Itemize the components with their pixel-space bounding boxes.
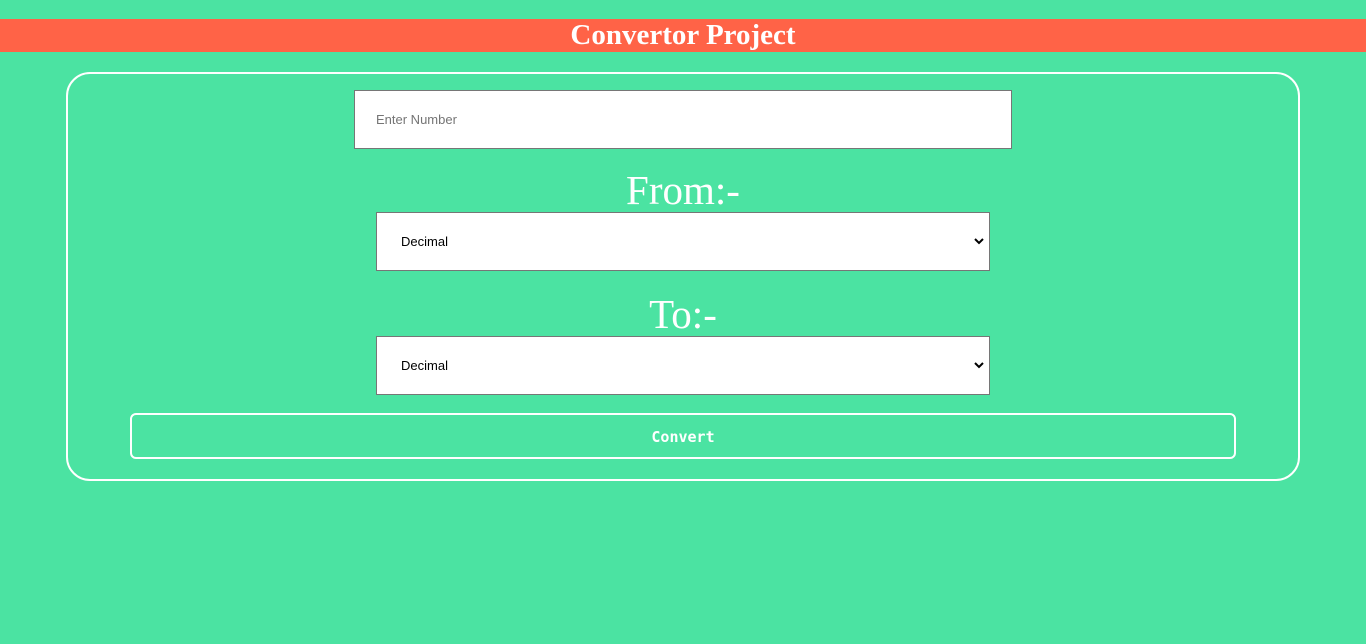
chevron-down-icon	[974, 238, 984, 245]
chevron-down-icon	[974, 362, 984, 369]
to-select[interactable]: Decimal	[376, 336, 990, 395]
to-select-value: Decimal	[401, 358, 448, 373]
page-title: Convertor Project	[0, 19, 1366, 52]
from-label: From:-	[626, 167, 740, 213]
convert-button[interactable]: Convert	[130, 413, 1236, 459]
number-input[interactable]	[354, 90, 1012, 149]
from-select[interactable]: Decimal	[376, 212, 990, 271]
to-label: To:-	[649, 291, 717, 337]
from-select-value: Decimal	[401, 234, 448, 249]
